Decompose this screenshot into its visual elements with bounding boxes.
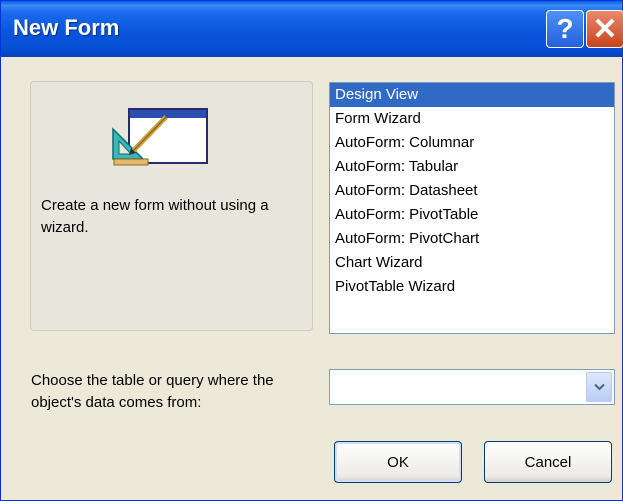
form-type-list[interactable]: Design View Form Wizard AutoForm: Column… (329, 82, 615, 334)
dropdown-button[interactable] (586, 372, 612, 402)
list-item[interactable]: AutoForm: PivotChart (330, 227, 614, 251)
list-item[interactable]: AutoForm: Datasheet (330, 179, 614, 203)
description-text: Create a new form without using a wizard… (41, 197, 269, 236)
dialog-title: New Form (13, 15, 120, 40)
list-item[interactable]: AutoForm: Columnar (330, 131, 614, 155)
list-item[interactable]: Design View (330, 83, 614, 107)
ok-button[interactable]: OK (334, 441, 462, 483)
list-item[interactable]: Form Wizard (330, 107, 614, 131)
source-select[interactable] (329, 369, 615, 405)
preview-panel: Create a new form without using a wizard… (30, 81, 313, 331)
chevron-down-icon (593, 383, 605, 391)
list-item[interactable]: Chart Wizard (330, 251, 614, 275)
source-label: Choose the table or query where the obje… (31, 372, 274, 411)
new-form-dialog: New Form ? ✕ Create a new form without u… (0, 0, 623, 501)
cancel-button[interactable]: Cancel (484, 441, 612, 483)
list-item[interactable]: PivotTable Wizard (330, 275, 614, 299)
close-button[interactable]: ✕ (586, 10, 623, 48)
help-button[interactable]: ? (546, 10, 584, 48)
list-item[interactable]: AutoForm: Tabular (330, 155, 614, 179)
list-item[interactable]: AutoForm: PivotTable (330, 203, 614, 227)
design-view-icon (112, 108, 208, 166)
title-bar[interactable]: New Form ? ✕ (1, 1, 623, 57)
